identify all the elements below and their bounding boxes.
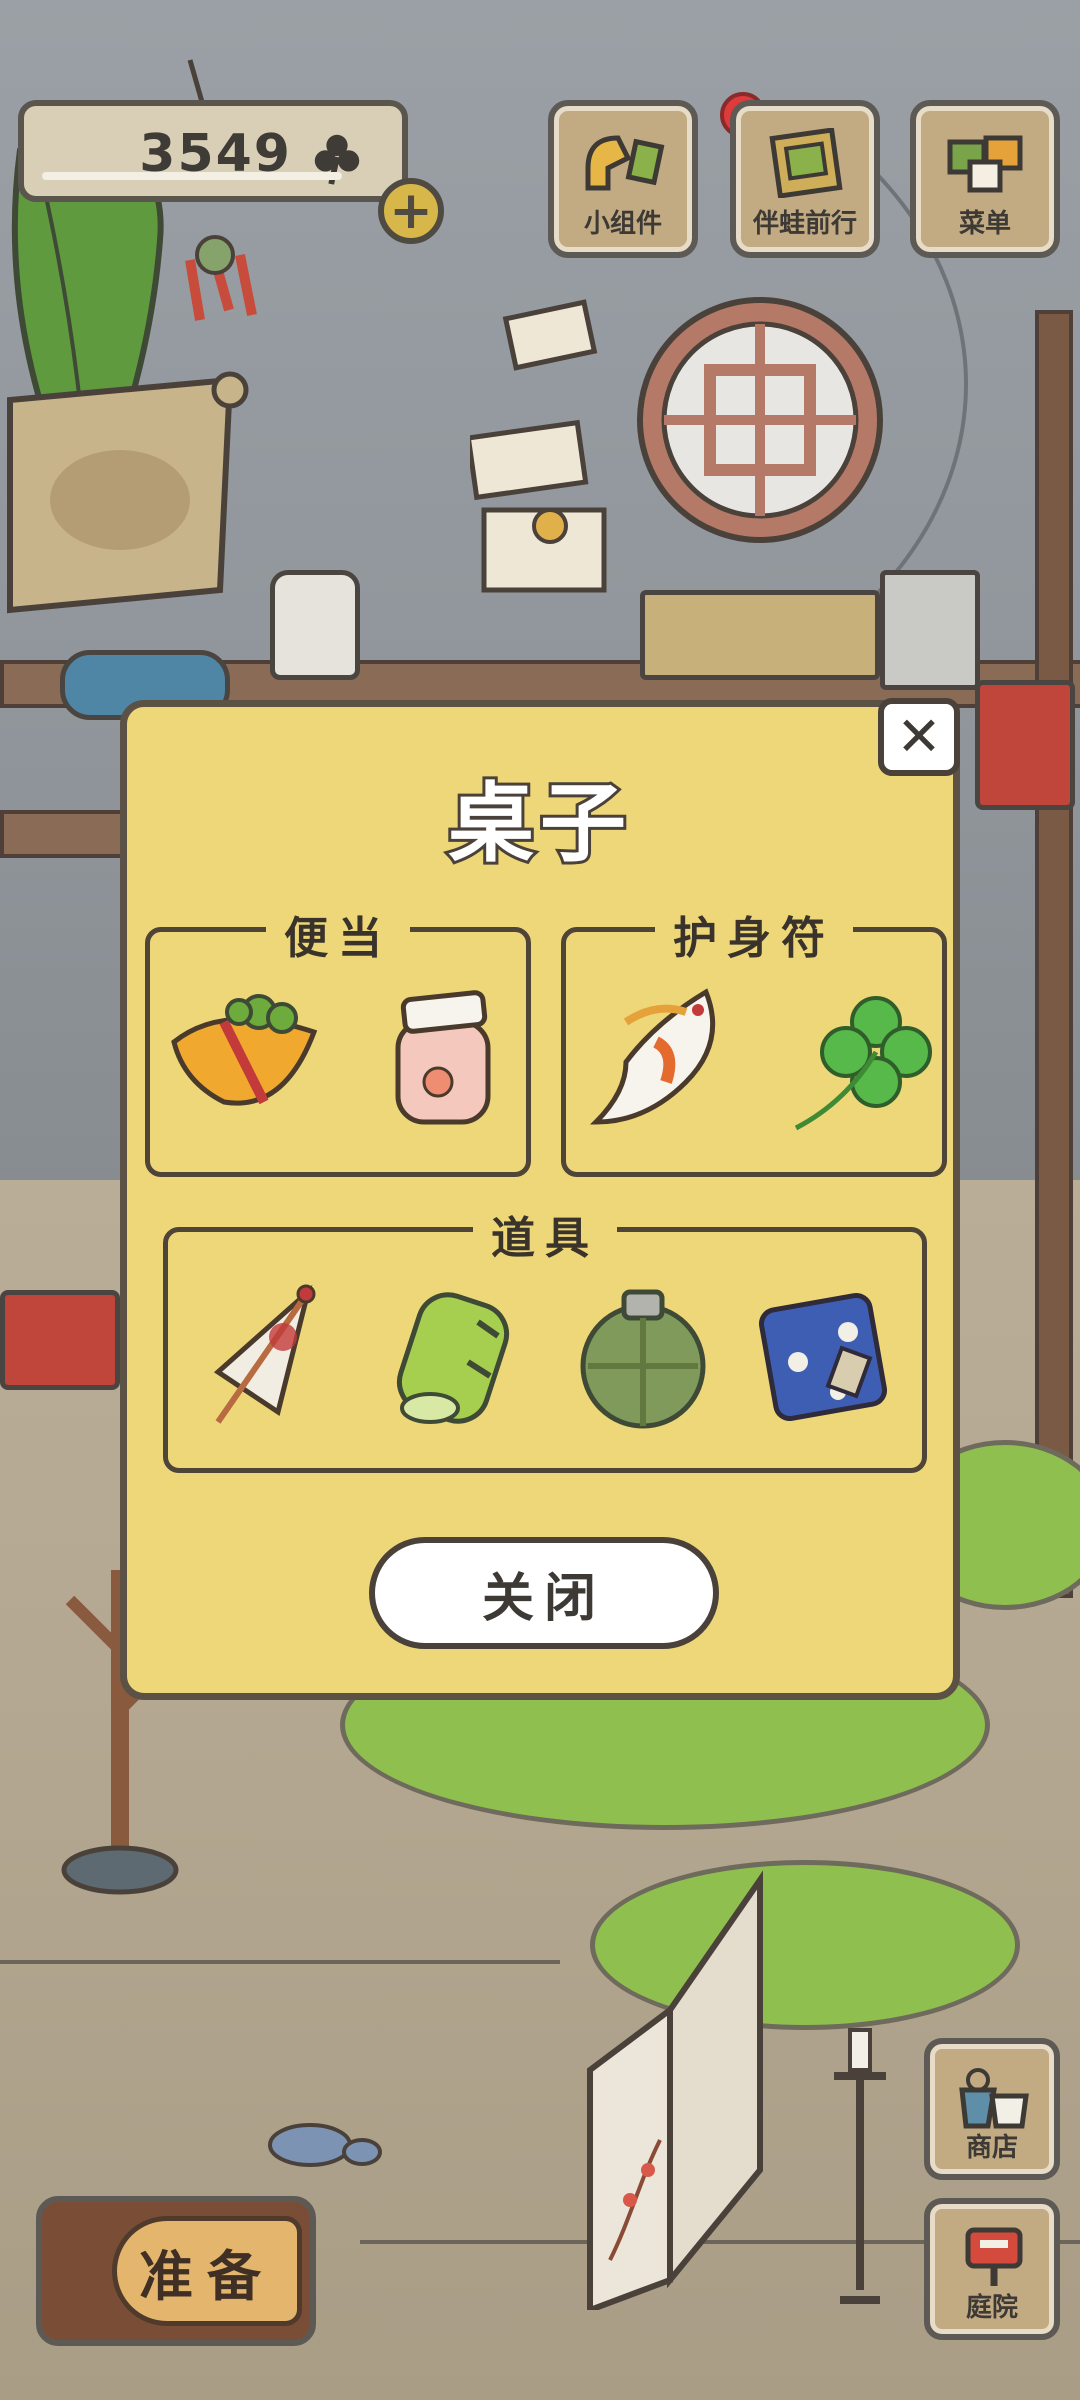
menu-label: 菜单 <box>958 209 1011 239</box>
close-icon[interactable]: ✕ <box>878 698 960 776</box>
clover-counter-panel: 3549 <box>18 100 408 202</box>
travel-with-frog-button[interactable]: 伴蛙前行 <box>730 100 880 258</box>
omelette-sandwich-icon[interactable] <box>164 982 334 1132</box>
menu-button[interactable]: 菜单 <box>910 100 1060 258</box>
garden-button[interactable]: 庭院 <box>924 2198 1060 2340</box>
white-vase <box>270 570 360 680</box>
postcard-icon <box>769 128 843 198</box>
wooden-post <box>1035 310 1073 1598</box>
game-scene: 3549 + 小组件 伴蛙前行 菜单 商店 庭院 准备 桌子 便当 护身符 道具… <box>0 0 1080 2400</box>
counter-underline <box>42 172 342 180</box>
floor-line <box>0 1960 560 1964</box>
pinned-notes <box>470 299 607 593</box>
travel-with-frog-label: 伴蛙前行 <box>752 209 857 239</box>
tools-group: 道具 <box>163 1202 927 1473</box>
four-leaf-clover-icon[interactable] <box>776 982 946 1132</box>
prepare-button[interactable]: 准备 <box>36 2196 316 2346</box>
prepare-label: 准备 <box>112 2216 302 2326</box>
brush-holder <box>880 570 980 690</box>
paper-umbrella-icon[interactable] <box>188 1282 358 1432</box>
bento-group: 便当 <box>145 902 531 1177</box>
dialog-title: 桌子 <box>445 771 632 877</box>
amulet-group-title: 护身符 <box>655 902 853 966</box>
round-lattice-window <box>637 297 883 543</box>
close-button[interactable]: 关闭 <box>369 1537 719 1649</box>
widgets-icon <box>585 135 665 191</box>
green-sleeping-roll-icon[interactable] <box>368 1282 538 1432</box>
blue-bag-icon[interactable] <box>738 1282 908 1432</box>
menu-icon <box>947 135 1023 193</box>
red-box <box>975 680 1075 810</box>
mailbox-icon <box>965 2227 1023 2286</box>
koi-charm-icon[interactable] <box>586 982 756 1132</box>
add-clover-button[interactable]: + <box>378 178 444 244</box>
small-rocks <box>268 2123 382 2167</box>
shop-button[interactable]: 商店 <box>924 2038 1060 2180</box>
peach-jar-icon[interactable] <box>358 982 528 1132</box>
widgets-label: 小组件 <box>583 209 662 239</box>
canteen-icon[interactable] <box>558 1282 728 1432</box>
wall-scroll-map <box>7 371 249 614</box>
folding-screen <box>587 1870 763 2310</box>
bento-group-title: 便当 <box>266 902 410 966</box>
shop-bags-icon <box>959 2068 1029 2129</box>
red-crate <box>0 1290 120 1390</box>
garden-label: 庭院 <box>965 2293 1018 2323</box>
tools-group-title: 道具 <box>473 1202 617 1266</box>
amulet-group: 护身符 <box>561 902 947 1177</box>
stacked-books <box>640 590 880 680</box>
candle-stand <box>834 2028 886 2304</box>
shop-label: 商店 <box>965 2133 1018 2163</box>
widgets-button[interactable]: 小组件 <box>548 100 698 258</box>
table-dialog: 桌子 便当 护身符 道具 关闭 <box>120 700 960 1700</box>
